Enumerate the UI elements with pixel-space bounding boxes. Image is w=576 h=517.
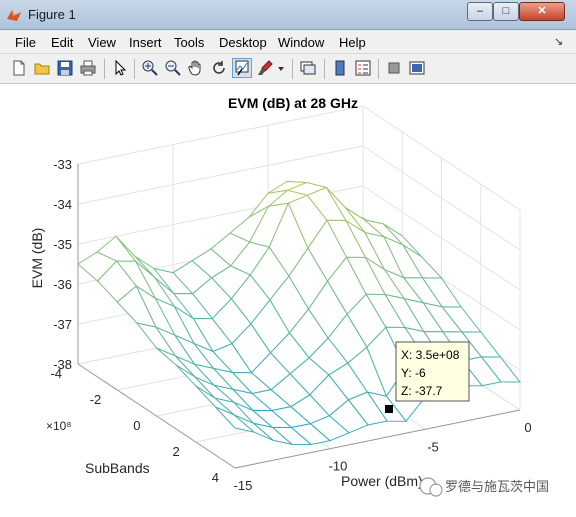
open-file-icon[interactable]: [33, 59, 51, 77]
toolbar-separator: [292, 59, 293, 79]
matlab-logo-icon: [7, 10, 21, 21]
y-tick-label: -4: [50, 366, 62, 381]
menu-edit[interactable]: Edit: [51, 35, 73, 50]
z-tick-label: -34: [53, 197, 72, 212]
close-button[interactable]: ✕: [519, 2, 565, 21]
menu-window[interactable]: Window: [278, 35, 324, 50]
window-titlebar[interactable]: Figure 1 – □ ✕: [0, 0, 576, 30]
toolbar-separator: [324, 59, 325, 79]
z-tick-label: -33: [53, 157, 72, 172]
maximize-button[interactable]: □: [493, 2, 519, 21]
figure-canvas[interactable]: -33 -34 -35 -36 -37 -38 -15 -10 -5 0 -4 -2 0 2 4 EVM (…: [8, 84, 568, 512]
link-plot-icon[interactable]: [299, 59, 317, 77]
y-tick-label: 0: [133, 418, 140, 433]
edit-plot-arrow-icon[interactable]: [111, 59, 129, 77]
zoom-out-icon[interactable]: [164, 59, 182, 77]
z-tick-label: -37: [53, 317, 72, 332]
pan-hand-icon[interactable]: [187, 59, 205, 77]
z-tick-label: -36: [53, 277, 72, 292]
toolbar-separator: [104, 59, 105, 79]
colorbar-icon[interactable]: [331, 59, 349, 77]
menu-desktop[interactable]: Desktop: [219, 35, 267, 50]
surface-mesh: [77, 180, 522, 446]
y-tick-label: -2: [90, 392, 102, 407]
show-plot-tools-icon[interactable]: [408, 59, 426, 77]
save-icon[interactable]: [56, 59, 74, 77]
x-axis-label: Power (dBm): [341, 473, 423, 489]
wechat-watermark: 罗德与施瓦茨中国: [419, 477, 549, 497]
datatip-x: X: 3.5e+08: [401, 348, 460, 362]
x-tick-label: -10: [329, 459, 348, 474]
grid-line: [77, 105, 364, 165]
z-axis-label: EVM (dB): [29, 228, 45, 289]
menu-view[interactable]: View: [88, 35, 116, 50]
x-tick-label: -15: [234, 478, 253, 493]
new-figure-icon[interactable]: [10, 59, 28, 77]
legend-icon[interactable]: [354, 59, 372, 77]
rotate-3d-icon[interactable]: [210, 59, 228, 77]
datatip-marker[interactable]: [385, 405, 393, 413]
window-title: Figure 1: [28, 7, 76, 22]
menu-insert[interactable]: Insert: [129, 35, 162, 50]
plot-title: EVM (dB) at 28 GHz: [228, 95, 358, 111]
y-axis-exponent: ×10⁸: [46, 419, 71, 433]
menu-bar: File Edit View Insert Tools Desktop Wind…: [0, 30, 576, 54]
minimize-button[interactable]: –: [467, 2, 493, 21]
y-tick-label: 4: [212, 470, 219, 485]
figure-toolbar: [0, 54, 576, 84]
print-icon[interactable]: [79, 59, 97, 77]
brush-icon[interactable]: [256, 59, 274, 77]
y-tick-label: 2: [173, 444, 180, 459]
z-tick-label: -35: [53, 237, 72, 252]
y-axis-label: SubBands: [85, 460, 150, 476]
x-tick-label: -5: [427, 439, 439, 454]
toolbar-separator: [134, 59, 135, 79]
zoom-in-icon[interactable]: [141, 59, 159, 77]
surface-plot[interactable]: -33-34-35-36-37-38-15-10-50-4-2024 EVM (…: [8, 84, 568, 512]
menu-help[interactable]: Help: [339, 35, 366, 50]
brush-dropdown-icon[interactable]: [276, 59, 286, 77]
watermark-text: 罗德与施瓦茨中国: [445, 479, 549, 494]
toolbar-separator: [378, 59, 379, 79]
datatip-z: Z: -37.7: [401, 384, 443, 398]
dock-arrow-icon[interactable]: ↘: [554, 35, 563, 48]
menu-tools[interactable]: Tools: [174, 35, 204, 50]
datatip-y: Y: -6: [401, 366, 426, 380]
x-tick-label: 0: [524, 420, 531, 435]
menu-file[interactable]: File: [15, 35, 36, 50]
hide-plot-tools-icon[interactable]: [385, 59, 403, 77]
data-cursor-icon[interactable]: [232, 58, 252, 78]
